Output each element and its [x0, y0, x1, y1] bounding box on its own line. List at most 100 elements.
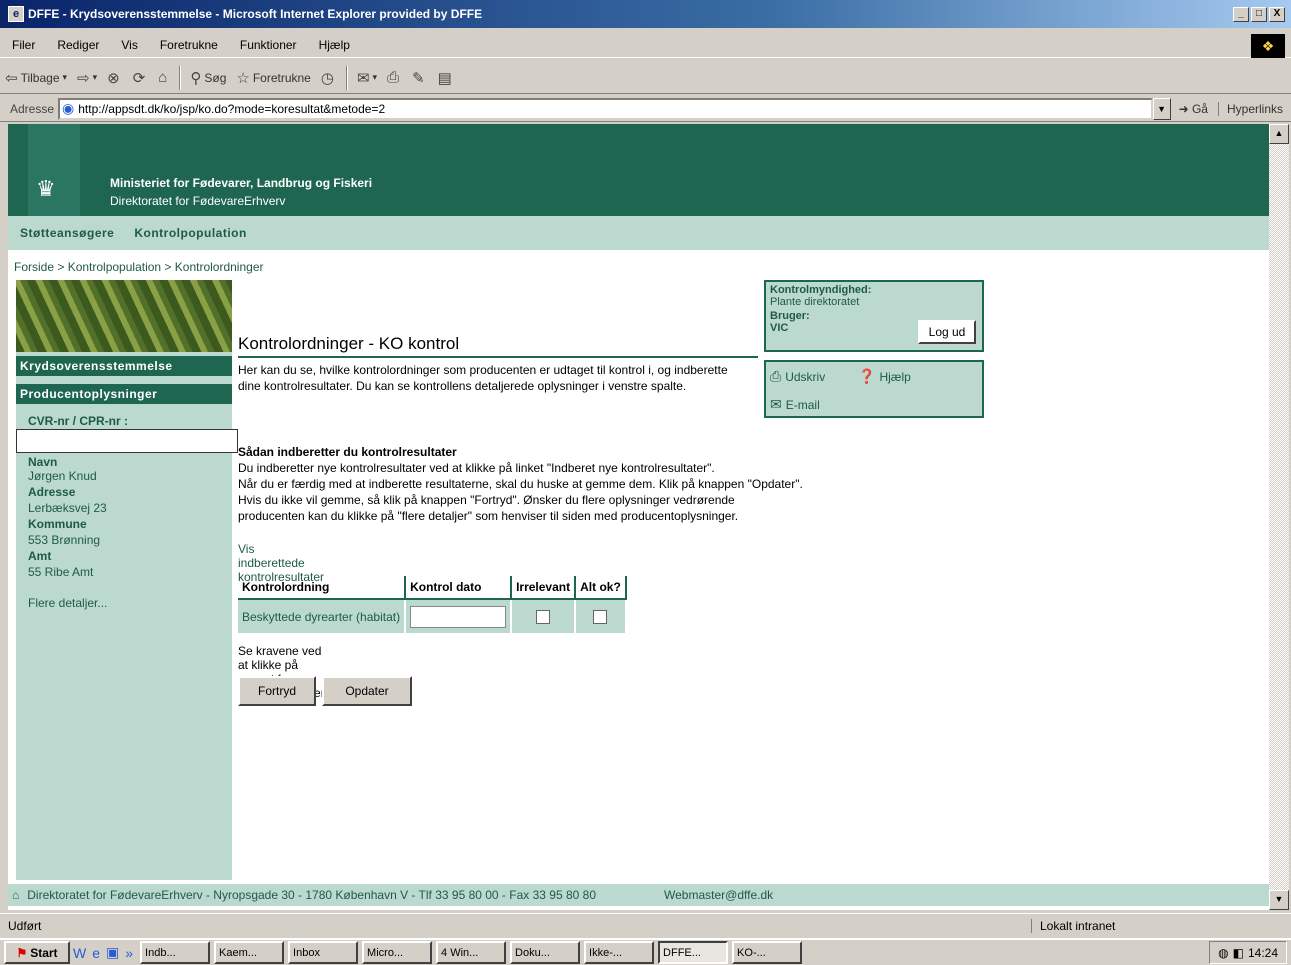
sidebar-section-producer-info[interactable]: Producentoplysninger: [16, 384, 232, 404]
task-button[interactable]: 4 Win...: [436, 941, 507, 964]
page-footer: ⌂ Direktoratet for FødevareErhverv - Nyr…: [8, 884, 1269, 906]
vertical-scrollbar[interactable]: ▲ ▼: [1269, 124, 1289, 910]
title-bar[interactable]: e DFFE - Krydsoverensstemmelse - Microso…: [0, 0, 1291, 28]
toolbar-separator: [345, 65, 348, 90]
minimize-button[interactable]: _: [1233, 6, 1249, 22]
more-details-link[interactable]: Flere detaljer...: [28, 596, 107, 610]
nav-item-control-population[interactable]: Kontrolpopulation: [134, 226, 246, 240]
ie-icon: e: [8, 6, 24, 22]
sidebar-section-cross-compliance[interactable]: Krydsoverensstemmelse: [16, 356, 232, 376]
task-button[interactable]: Doku...: [510, 941, 581, 964]
task-button[interactable]: Kaem...: [214, 941, 285, 964]
menu-bar: Filer Rediger Vis Foretrukne Funktioner …: [0, 32, 1291, 58]
toolbar-separator: [179, 65, 182, 90]
instructions-title: Sådan indberetter du kontrolresultater: [238, 445, 457, 459]
menu-view[interactable]: Vis: [121, 38, 137, 52]
scroll-down-button[interactable]: ▼: [1269, 890, 1289, 910]
go-arrow-icon: ➜: [1178, 101, 1189, 116]
edit-icon: ✎: [412, 69, 425, 87]
close-button[interactable]: X: [1269, 6, 1285, 22]
undo-button[interactable]: Fortryd: [238, 676, 316, 706]
edit-button[interactable]: ✎: [412, 69, 428, 87]
forward-button[interactable]: ⇨ ▾: [77, 69, 97, 87]
maximize-button[interactable]: □: [1251, 6, 1267, 22]
col-header-scheme: Kontrolordning: [238, 576, 407, 600]
authority-value: Plante direktoratet: [770, 296, 860, 308]
cvr-label: CVR-nr / CPR-nr :: [28, 414, 128, 428]
search-button[interactable]: ⚲ Søg: [190, 69, 226, 87]
discuss-button[interactable]: ▤: [438, 69, 455, 87]
help-link[interactable]: ❓ Hjælp: [858, 368, 911, 385]
instruction-line: Hvis du ikke vil gemme, så klik på knapp…: [238, 493, 735, 507]
scroll-up-button[interactable]: ▲: [1269, 124, 1289, 144]
history-button[interactable]: ◷: [321, 69, 337, 87]
quicklaunch-ie-icon[interactable]: e: [92, 945, 100, 961]
go-button[interactable]: ➜ Gå: [1179, 102, 1208, 116]
address-label-side: Adresse: [28, 485, 76, 499]
menu-tools[interactable]: Funktioner: [240, 38, 297, 52]
breadcrumb[interactable]: Forside > Kontrolpopulation > Kontrolord…: [14, 260, 264, 274]
webmaster-link[interactable]: Webmaster@dffe.dk: [664, 888, 773, 902]
email-link[interactable]: ✉ E-mail: [770, 396, 820, 413]
date-cell: [405, 599, 513, 633]
address-bar: Adresse ◉ http://appsdt.dk/ko/jsp/ko.do?…: [0, 96, 1291, 122]
instruction-line: Når du er færdig med at indberette resul…: [238, 477, 803, 491]
page-viewport: ♛ Ministeriet for Fødevarer, Landbrug og…: [8, 124, 1269, 910]
crown-logo-icon: ♛: [36, 176, 56, 201]
links-button[interactable]: Hyperlinks: [1217, 101, 1283, 116]
quicklaunch-more-icon[interactable]: »: [125, 945, 133, 961]
status-text: Udført: [8, 918, 42, 933]
start-button[interactable]: ⚑ Start: [4, 941, 70, 964]
menu-help[interactable]: Hjælp: [319, 38, 350, 52]
browser-window: e DFFE - Krydsoverensstemmelse - Microso…: [0, 0, 1291, 965]
stop-button[interactable]: ⊗: [107, 69, 123, 87]
favorites-button[interactable]: ☆ Foretrukne: [236, 69, 310, 87]
address-input[interactable]: ◉ http://appsdt.dk/ko/jsp/ko.do?mode=kor…: [58, 97, 1153, 120]
refresh-button[interactable]: ⟳: [133, 69, 149, 87]
refresh-icon: ⟳: [132, 69, 146, 87]
back-button[interactable]: ⇦ Tilbage ▾: [5, 69, 67, 87]
intro-text: Her kan du se, hvilke kontrolordninger s…: [238, 363, 728, 393]
irrelevant-checkbox[interactable]: [536, 609, 551, 624]
print-link[interactable]: ⎙ Udskriv: [770, 368, 825, 385]
task-button[interactable]: Indb...: [140, 941, 211, 964]
instructions: Sådan indberetter du kontrolresultater D…: [238, 444, 1028, 524]
address-value: Lerbæksvej 23: [28, 501, 107, 515]
control-date-input[interactable]: [410, 605, 507, 628]
all-ok-checkbox[interactable]: [593, 609, 608, 624]
logout-button[interactable]: Log ud: [918, 320, 976, 344]
left-sidebar: Krydsoverensstemmelse Producentoplysning…: [16, 280, 238, 880]
instruction-line: producenten kan du klikke på "flere deta…: [238, 509, 739, 523]
top-nav: Støtteansøgere Kontrolpopulation: [8, 216, 1269, 250]
cvr-input[interactable]: [16, 429, 238, 453]
mail-button[interactable]: ✉ ▾: [357, 69, 377, 87]
back-arrow-icon: ⇦: [5, 69, 18, 87]
update-button[interactable]: Opdater: [322, 676, 412, 706]
system-tray: ◍ ◧ 14:24: [1209, 941, 1287, 964]
windows-flag-icon: ⚑: [16, 945, 28, 960]
nav-item-applicants[interactable]: Støtteansøgere: [20, 226, 114, 240]
address-url: http://appsdt.dk/ko/jsp/ko.do?mode=kores…: [78, 101, 386, 116]
printer-icon: ⎙: [387, 69, 400, 86]
county-value: 55 Ribe Amt: [28, 565, 94, 579]
address-dropdown[interactable]: ▼: [1152, 97, 1171, 120]
tray-network-icon[interactable]: ◍: [1218, 946, 1228, 960]
menu-file[interactable]: Filer: [12, 38, 35, 52]
document-icon: ▤: [437, 69, 452, 87]
print-button[interactable]: ⎙: [387, 69, 402, 86]
menu-favorites[interactable]: Foretrukne: [160, 38, 218, 52]
task-button[interactable]: Inbox: [288, 941, 359, 964]
scheme-link[interactable]: Beskyttede dyrearter (habitat): [238, 599, 407, 633]
task-button-active[interactable]: DFFE...: [658, 941, 729, 964]
home-button[interactable]: ⌂: [158, 69, 170, 86]
table-header-row: Kontrolordning Kontrol dato Irrelevant A…: [238, 576, 627, 600]
stop-icon: ⊗: [107, 69, 120, 87]
table-row: Beskyttede dyrearter (habitat): [238, 599, 627, 633]
quicklaunch-word-icon[interactable]: W: [73, 945, 86, 961]
task-button[interactable]: KO-...: [732, 941, 803, 964]
task-button[interactable]: Micro...: [362, 941, 433, 964]
quicklaunch-desktop-icon[interactable]: ▣: [106, 944, 119, 961]
task-button[interactable]: Ikke-...: [584, 941, 655, 964]
tray-volume-icon[interactable]: ◧: [1233, 946, 1244, 960]
menu-edit[interactable]: Rediger: [57, 38, 99, 52]
